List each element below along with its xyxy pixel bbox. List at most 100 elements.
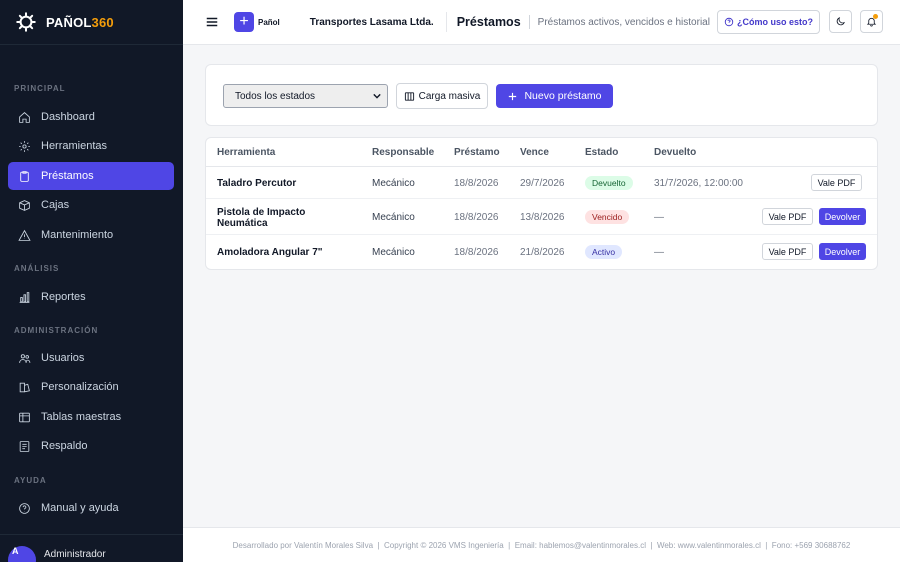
plus-icon: [509, 92, 517, 100]
loan-date: 18/8/2026: [454, 247, 499, 258]
user-profile[interactable]: A Administrador: [0, 534, 183, 562]
company-name: Transportes Lasama Ltda.: [309, 16, 434, 28]
tool-name: Taladro Percutor: [217, 178, 297, 189]
filter-card: Todos los estados Carga masiva Nuevo pré…: [205, 64, 878, 126]
table-icon: [19, 412, 30, 422]
due-date: 13/8/2026: [520, 212, 565, 223]
owner: Mecánico: [372, 212, 415, 223]
columns-icon: [404, 91, 414, 101]
sidebar-item-mantenimiento[interactable]: Mantenimiento: [8, 221, 174, 249]
brand-name: PAÑOL360: [46, 14, 114, 30]
brand[interactable]: PAÑOL360: [0, 0, 183, 45]
loan-date: 18/8/2026: [454, 212, 499, 223]
table-row: Pistola de Impacto Neumática Mecánico 18…: [206, 199, 877, 235]
avatar: A: [8, 546, 36, 562]
sidebar-item-tablas-maestras[interactable]: Tablas maestras: [8, 403, 174, 431]
column-header-owner[interactable]: Responsable: [372, 147, 434, 158]
return-button[interactable]: Devolver: [819, 208, 866, 225]
footer-text: Desarrollado por Valentín Morales Silva …: [232, 540, 851, 550]
pdf-voucher-button[interactable]: Vale PDF: [811, 174, 862, 191]
bar-chart-icon: [19, 291, 30, 303]
sidebar-item-respaldo[interactable]: Respaldo: [8, 432, 174, 460]
chevron-down-icon: [373, 93, 381, 99]
section-title-analisis: ANÁLISIS: [14, 264, 60, 273]
plus-icon: +: [239, 13, 249, 30]
gear-icon: [19, 140, 30, 152]
loans-table: Herramienta Responsable Préstamo Vence E…: [205, 137, 878, 270]
tool-name: Amoladora Angular 7": [217, 247, 323, 258]
status-filter-value: Todos los estados: [235, 90, 316, 102]
new-loan-label: Nuevo préstamo: [524, 90, 602, 102]
table-row: Taladro Percutor Mecánico 18/8/2026 29/7…: [206, 167, 877, 199]
column-header-returned[interactable]: Devuelto: [654, 147, 696, 158]
due-date: 21/8/2026: [520, 247, 565, 258]
status-badge: Activo: [585, 245, 623, 259]
gear-logo-icon: [16, 12, 36, 32]
sidebar-item-dashboard[interactable]: Dashboard: [8, 103, 174, 131]
panol-label: Pañol: [258, 17, 280, 27]
page-title: Préstamos: [456, 15, 521, 29]
returned-date: —: [654, 212, 664, 223]
returned-date: 31/7/2026, 12:00:00: [654, 178, 743, 189]
sidebar-item-label: Dashboard: [41, 111, 95, 123]
backup-icon: [19, 440, 30, 452]
due-date: 29/7/2026: [520, 178, 565, 189]
sidebar-item-label: Tablas maestras: [41, 411, 122, 423]
sidebar-item-label: Cajas: [41, 199, 70, 211]
sidebar-item-label: Personalización: [41, 381, 119, 393]
sidebar-item-label: Reportes: [41, 291, 86, 303]
notifications-button[interactable]: [860, 10, 883, 33]
help-button[interactable]: ¿Cómo uso esto?: [717, 10, 820, 34]
notification-dot: [873, 14, 878, 19]
pdf-voucher-button[interactable]: Vale PDF: [762, 243, 813, 260]
status-filter-select[interactable]: Todos los estados: [223, 84, 388, 108]
sidebar-item-label: Manual y ayuda: [41, 502, 119, 514]
home-icon: [19, 111, 30, 123]
sidebar-item-herramientas[interactable]: Herramientas: [8, 132, 174, 160]
owner: Mecánico: [372, 247, 415, 258]
sidebar-item-label: Herramientas: [41, 140, 108, 152]
users-icon: [19, 353, 31, 363]
box-icon: [19, 199, 30, 211]
loan-date: 18/8/2026: [454, 178, 499, 189]
sidebar-item-label: Mantenimiento: [41, 229, 114, 241]
bulk-upload-label: Carga masiva: [418, 90, 481, 102]
moon-icon: [836, 17, 845, 26]
sidebar: PAÑOL360 PRINCIPAL Dashboard Herramienta…: [0, 0, 183, 562]
help-button-label: ¿Cómo uso esto?: [737, 17, 813, 27]
section-title-principal: PRINCIPAL: [14, 84, 66, 93]
sidebar-item-cajas[interactable]: Cajas: [8, 191, 174, 219]
pdf-voucher-button[interactable]: Vale PDF: [762, 208, 813, 225]
return-button[interactable]: Devolver: [819, 243, 866, 260]
sidebar-item-usuarios[interactable]: Usuarios: [8, 344, 174, 372]
section-title-administracion: ADMINISTRACIÓN: [14, 326, 99, 335]
bulk-upload-button[interactable]: Carga masiva: [396, 83, 488, 109]
clipboard-icon: [20, 170, 29, 182]
new-loan-button[interactable]: Nuevo préstamo: [496, 84, 613, 108]
sidebar-item-prestamos[interactable]: Préstamos: [8, 162, 174, 190]
user-name: Administrador: [44, 549, 106, 560]
topbar: + Pañol Transportes Lasama Ltda. Préstam…: [183, 0, 900, 45]
hamburger-menu-icon[interactable]: [205, 15, 219, 29]
sidebar-item-label: Préstamos: [41, 170, 94, 182]
question-circle-icon: [724, 17, 734, 27]
tool-name: Pistola de Impacto Neumática: [217, 207, 306, 229]
section-title-ayuda: AYUDA: [14, 476, 47, 485]
sidebar-item-manual[interactable]: Manual y ayuda: [8, 494, 174, 522]
owner: Mecánico: [372, 178, 415, 189]
column-header-status[interactable]: Estado: [585, 147, 618, 158]
status-badge: Devuelto: [585, 176, 633, 190]
divider: [445, 12, 447, 32]
sidebar-item-reportes[interactable]: Reportes: [8, 283, 174, 311]
palette-icon: [19, 382, 30, 392]
column-header-due-date[interactable]: Vence: [520, 147, 549, 158]
divider: [528, 15, 530, 29]
theme-toggle-button[interactable]: [829, 10, 852, 33]
footer: Desarrollado por Valentín Morales Silva …: [183, 527, 900, 562]
add-panol-button[interactable]: +: [234, 12, 254, 32]
table-row: Amoladora Angular 7" Mecánico 18/8/2026 …: [206, 235, 877, 269]
column-header-loan-date[interactable]: Préstamo: [454, 147, 500, 158]
column-header-tool[interactable]: Herramienta: [217, 147, 275, 158]
page-subtitle: Préstamos activos, vencidos e historial: [537, 16, 710, 28]
sidebar-item-personalizacion[interactable]: Personalización: [8, 373, 174, 401]
